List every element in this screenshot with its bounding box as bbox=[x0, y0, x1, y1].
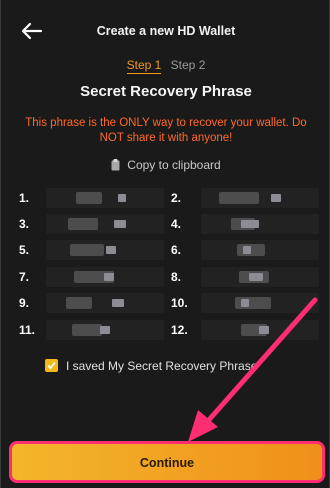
recovery-word-field bbox=[201, 188, 319, 208]
continue-button[interactable]: Continue bbox=[9, 441, 325, 483]
copy-to-clipboard-button[interactable]: Copy to clipboard bbox=[1, 158, 330, 174]
recovery-word-field bbox=[46, 293, 164, 313]
step-indicator: Step 1 Step 2 bbox=[1, 58, 330, 74]
header: Create a new HD Wallet bbox=[1, 16, 330, 46]
word-number: 2. bbox=[171, 191, 182, 205]
recovery-word-field bbox=[201, 240, 319, 260]
blurred-word bbox=[219, 192, 259, 204]
saved-confirmation-checkbox[interactable]: I saved My Secret Recovery Phrase bbox=[45, 359, 305, 373]
blurred-word-highlight bbox=[243, 246, 251, 254]
word-number: 10. bbox=[171, 296, 188, 310]
word-number: 1. bbox=[19, 191, 30, 205]
word-number: 3. bbox=[19, 217, 30, 231]
saved-label: I saved My Secret Recovery Phrase bbox=[66, 359, 258, 373]
word-number: 5. bbox=[19, 243, 30, 257]
checkbox[interactable] bbox=[45, 359, 58, 372]
blurred-word-highlight bbox=[241, 220, 259, 228]
warning-text: This phrase is the ONLY way to recover y… bbox=[25, 117, 307, 144]
blurred-word bbox=[237, 244, 265, 256]
blurred-word-highlight bbox=[271, 194, 281, 202]
word-number: 7. bbox=[19, 270, 30, 284]
continue-label: Continue bbox=[139, 456, 195, 470]
blurred-word-highlight bbox=[241, 299, 249, 307]
step-1-tab: Step 1 bbox=[126, 58, 162, 74]
word-number: 6. bbox=[171, 243, 182, 257]
blurred-word-highlight bbox=[249, 273, 263, 281]
recovery-word-field bbox=[201, 293, 319, 313]
word-number: 9. bbox=[19, 296, 30, 310]
recovery-word-field bbox=[46, 267, 164, 287]
step-2-tab: Step 2 bbox=[170, 58, 206, 72]
blurred-word-highlight bbox=[106, 246, 116, 254]
recovery-word-field bbox=[46, 188, 164, 208]
word-number: 4. bbox=[171, 217, 182, 231]
recovery-word-field bbox=[46, 320, 164, 340]
app-screen: Create a new HD Wallet Step 1 Step 2 Sec… bbox=[0, 0, 330, 488]
clipboard-icon bbox=[111, 159, 120, 174]
section-heading: Secret Recovery Phrase bbox=[80, 83, 252, 100]
copy-label: Copy to clipboard bbox=[127, 158, 221, 172]
blurred-word bbox=[66, 297, 92, 309]
recovery-word-field bbox=[201, 267, 319, 287]
blurred-word-highlight bbox=[100, 326, 110, 334]
blurred-word bbox=[72, 324, 102, 336]
blurred-word bbox=[76, 192, 102, 204]
word-number: 8. bbox=[171, 270, 182, 284]
word-number: 12. bbox=[171, 323, 188, 337]
blurred-word bbox=[70, 244, 104, 256]
word-number: 11. bbox=[19, 323, 36, 337]
blurred-word bbox=[68, 218, 98, 230]
blurred-word-highlight bbox=[259, 326, 269, 334]
recovery-word-field bbox=[201, 320, 319, 340]
blurred-word-highlight bbox=[118, 194, 126, 202]
checkmark-icon bbox=[47, 361, 56, 370]
recovery-word-field bbox=[46, 214, 164, 234]
blurred-word-highlight bbox=[112, 299, 124, 307]
recovery-word-field bbox=[201, 214, 319, 234]
recovery-word-field bbox=[46, 240, 164, 260]
page-title: Create a new HD Wallet bbox=[96, 24, 236, 38]
blurred-word-highlight bbox=[104, 273, 114, 281]
blurred-word-highlight bbox=[114, 220, 126, 228]
